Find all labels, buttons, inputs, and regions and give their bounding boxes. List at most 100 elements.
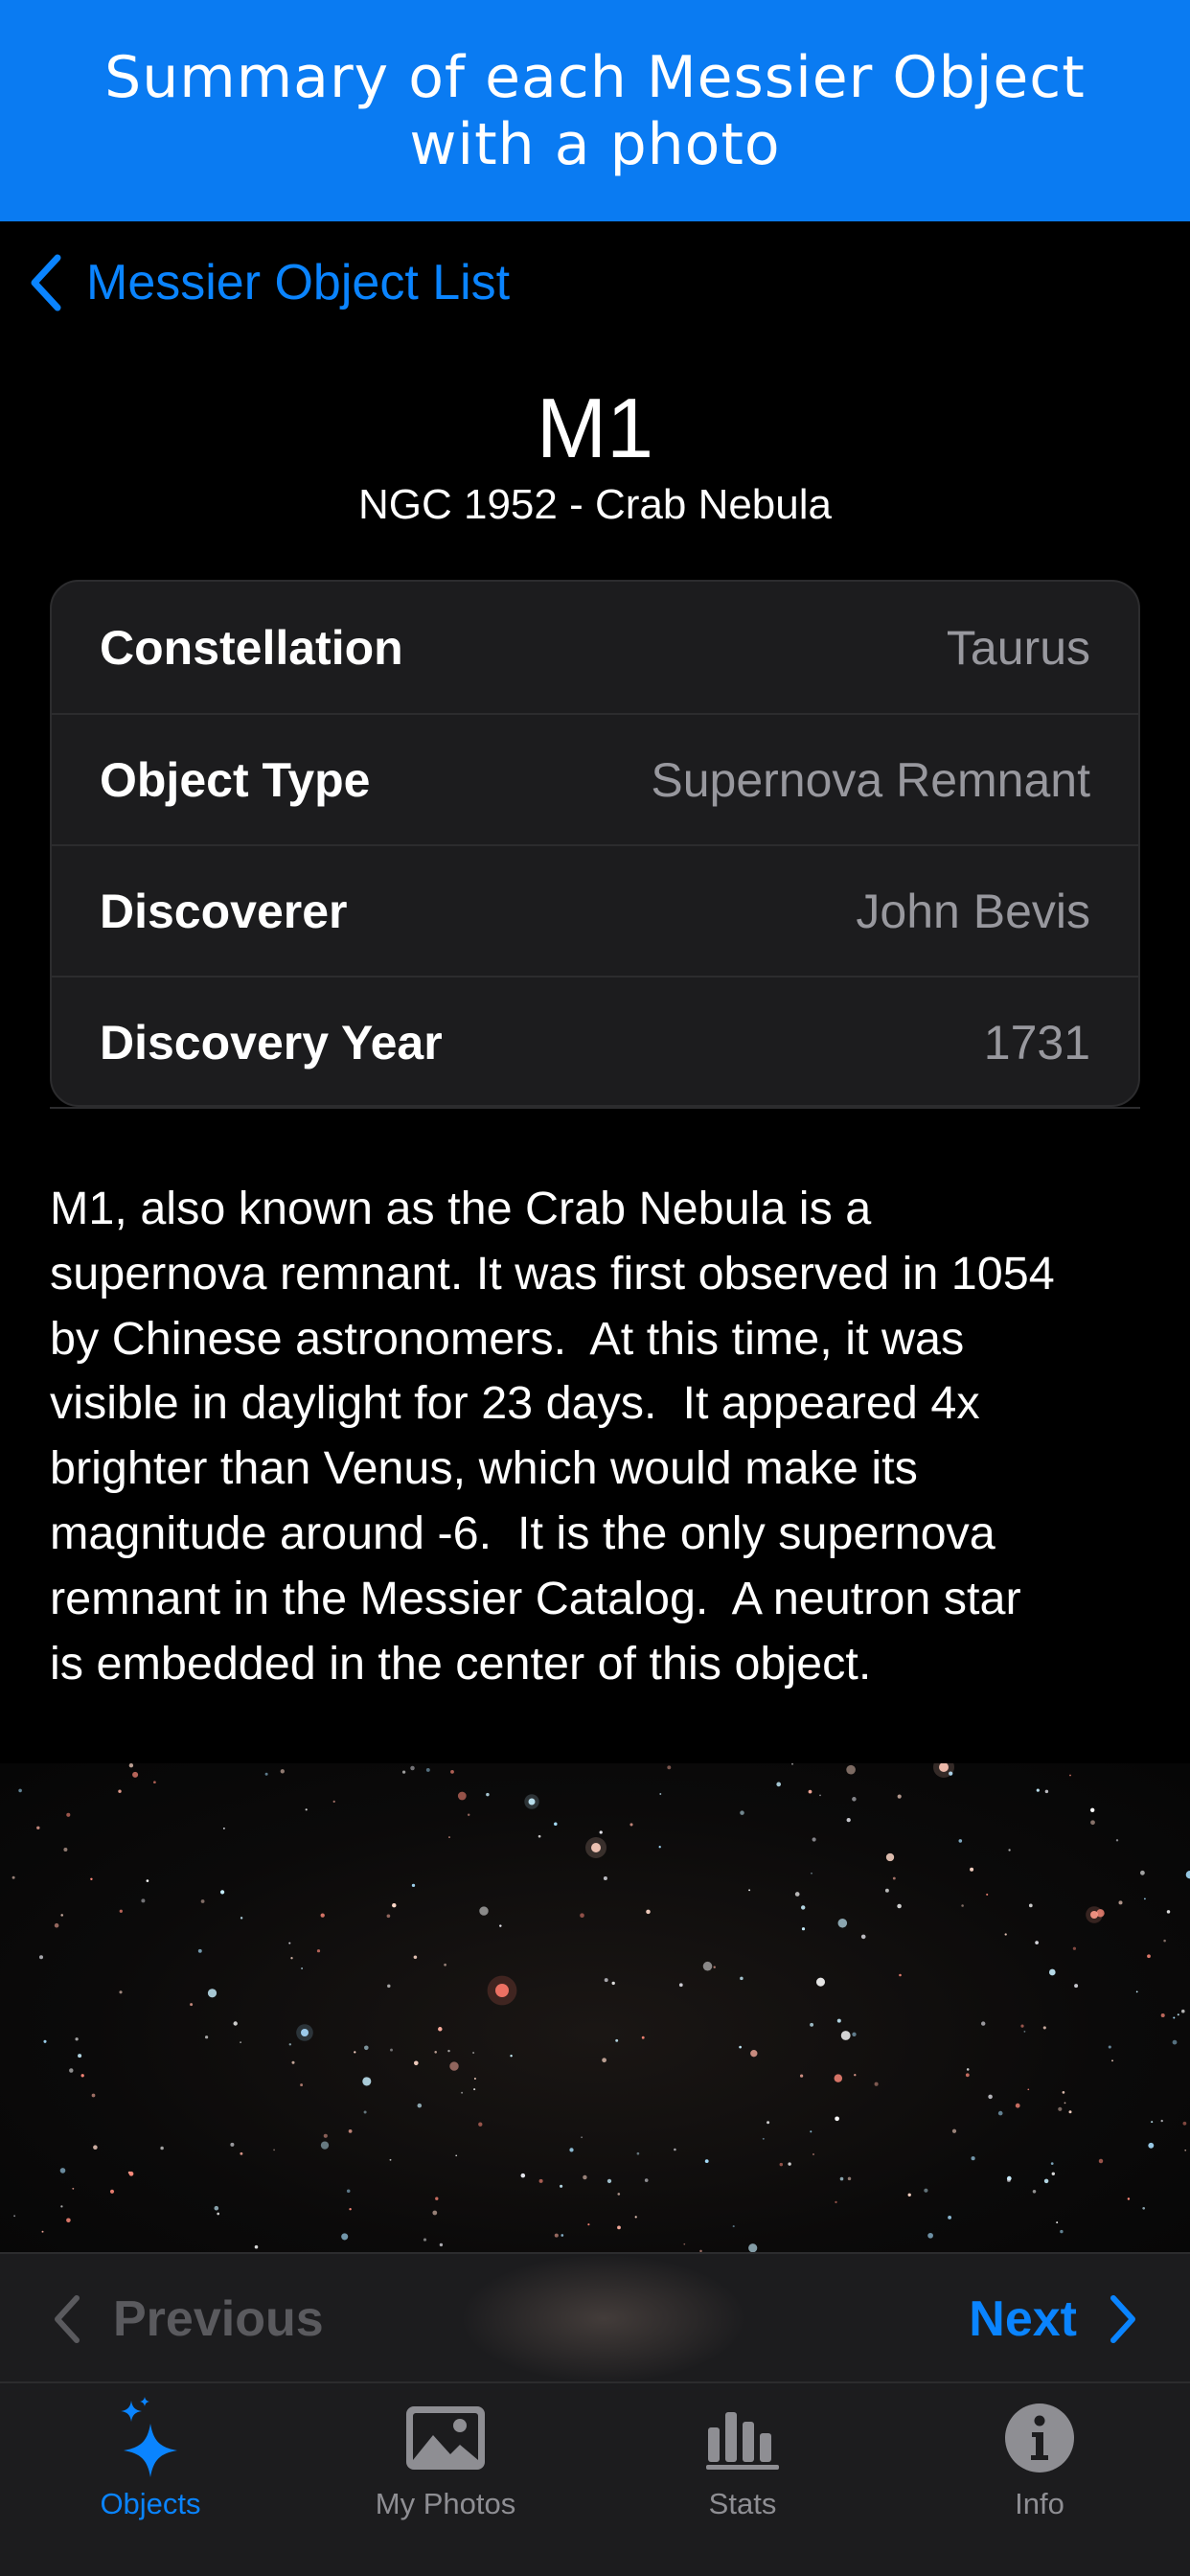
- description-line: visible in daylight for 23 days. It appe…: [50, 1377, 980, 1430]
- detail-value: John Bevis: [856, 884, 1090, 938]
- star: [1062, 2091, 1065, 2094]
- bright-star: [591, 1843, 601, 1852]
- star: [1028, 1903, 1033, 1908]
- detail-row-object-type: Object Type Supernova Remnant: [52, 713, 1138, 844]
- star: [473, 2077, 476, 2081]
- star: [1074, 1984, 1079, 1989]
- star: [646, 1909, 651, 1915]
- star: [233, 2021, 238, 2026]
- star: [678, 1983, 683, 1988]
- star: [948, 2215, 952, 2220]
- star: [634, 2216, 637, 2219]
- star: [604, 1978, 608, 1983]
- sparkles-icon: [107, 2395, 194, 2481]
- star: [837, 1919, 848, 1928]
- star: [683, 2242, 686, 2245]
- star: [583, 2174, 587, 2180]
- star: [951, 2128, 957, 2133]
- star: [1108, 2045, 1111, 2049]
- description-line: by Chinese astronomers. At this time, it…: [50, 1312, 965, 1365]
- star: [538, 1834, 541, 1838]
- tab-info[interactable]: Info: [891, 2383, 1188, 2576]
- star: [874, 2082, 879, 2086]
- back-button-label: Messier Object List: [86, 255, 511, 310]
- bright-star: [528, 1798, 536, 1806]
- star: [674, 2148, 676, 2151]
- star: [739, 2045, 742, 2049]
- tab-my-photos[interactable]: My Photos: [297, 2383, 594, 2576]
- star: [448, 1836, 450, 1839]
- tab-objects[interactable]: Objects: [2, 2383, 299, 2576]
- photo-icon: [402, 2395, 489, 2481]
- star: [160, 2146, 164, 2150]
- star: [1032, 2190, 1037, 2194]
- star: [417, 2103, 423, 2108]
- star: [617, 2225, 621, 2230]
- detail-row-discovery-year: Discovery Year 1731: [52, 976, 1138, 1105]
- star: [93, 2145, 98, 2150]
- star: [1048, 1968, 1056, 1976]
- detail-label: Discovery Year: [100, 1015, 443, 1070]
- star: [658, 1846, 661, 1849]
- star: [986, 1893, 989, 1896]
- star: [38, 1955, 44, 1960]
- description-line: brighter than Venus, which would make it…: [50, 1442, 918, 1495]
- next-button[interactable]: Next: [969, 2283, 1142, 2356]
- star: [580, 1913, 584, 1919]
- star: [1008, 1849, 1011, 1852]
- chevron-right-icon: [1110, 2295, 1135, 2343]
- star: [264, 1772, 268, 1776]
- detail-value: 1731: [983, 1015, 1090, 1070]
- star: [1166, 1910, 1171, 1914]
- star: [852, 1797, 857, 1802]
- star: [510, 2055, 513, 2058]
- star: [819, 1794, 821, 1797]
- star: [794, 1892, 800, 1897]
- star: [346, 2189, 351, 2194]
- next-button-label: Next: [969, 2291, 1077, 2347]
- photo-glow: [460, 2254, 747, 2383]
- star: [435, 2196, 439, 2200]
- star: [538, 2178, 543, 2183]
- star: [401, 1770, 406, 1774]
- star: [810, 2022, 814, 2027]
- star: [305, 1808, 308, 1811]
- star: [997, 2110, 1003, 2116]
- star: [473, 2088, 476, 2091]
- star: [812, 2153, 814, 2155]
- star: [390, 2048, 393, 2052]
- star: [641, 2036, 645, 2039]
- navigation-bar: Messier Object List: [0, 230, 1190, 335]
- star: [581, 2136, 583, 2139]
- star: [1056, 2221, 1059, 2224]
- star: [425, 1767, 430, 1772]
- star: [748, 2243, 758, 2252]
- tab-stats[interactable]: Stats: [594, 2383, 891, 2576]
- star: [364, 2045, 369, 2051]
- star: [118, 1789, 122, 1793]
- back-button[interactable]: Messier Object List: [25, 251, 510, 314]
- previous-button[interactable]: Previous: [48, 2283, 324, 2356]
- detail-label: Object Type: [100, 752, 371, 807]
- star: [354, 2051, 356, 2054]
- star: [291, 2060, 295, 2064]
- star: [560, 2184, 563, 2188]
- star: [386, 1914, 391, 1919]
- bright-star: [301, 2029, 309, 2036]
- star: [72, 2187, 75, 2190]
- star: [748, 1889, 751, 1892]
- detail-label: Constellation: [100, 620, 403, 675]
- star: [1020, 2024, 1024, 2028]
- star: [1160, 2119, 1163, 2123]
- star: [392, 1902, 397, 1908]
- star: [411, 1883, 416, 1888]
- star: [636, 2151, 640, 2155]
- star: [41, 2230, 44, 2233]
- star: [966, 2068, 970, 2071]
- star: [520, 2173, 526, 2178]
- star: [702, 1961, 713, 1971]
- star: [90, 1877, 93, 1881]
- star: [611, 1981, 615, 1986]
- star: [288, 1942, 291, 1944]
- star: [835, 2200, 837, 2204]
